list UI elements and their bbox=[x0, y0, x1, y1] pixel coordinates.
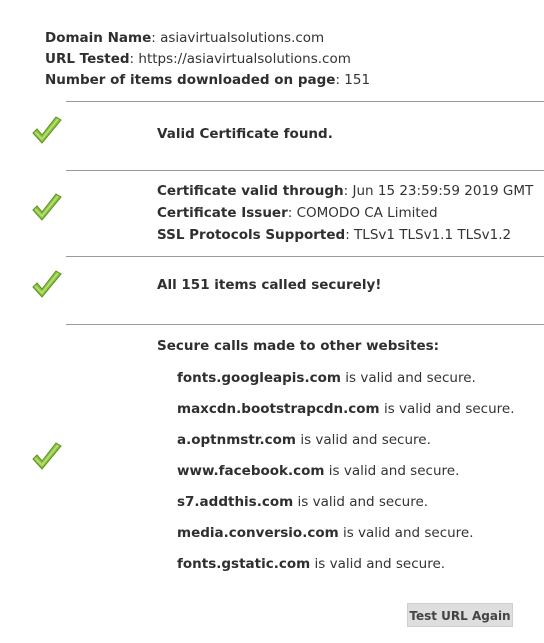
external-domain: maxcdn.bootstrapcdn.com bbox=[177, 401, 380, 417]
url-tested-row: URL Tested: https://asiavirtualsolutions… bbox=[45, 51, 351, 67]
valid-through-row: Certificate valid through: Jun 15 23:59:… bbox=[157, 183, 534, 199]
protocols-label: SSL Protocols Supported bbox=[157, 227, 346, 243]
valid-through-value: Jun 15 23:59:59 2019 GMT bbox=[352, 183, 534, 199]
certificate-found-text: Valid Certificate found. bbox=[157, 126, 333, 142]
external-domain: fonts.googleapis.com bbox=[177, 370, 341, 386]
items-downloaded-value: 151 bbox=[344, 72, 371, 88]
green-checkmark-icon bbox=[29, 268, 65, 304]
protocols-row: SSL Protocols Supported: TLSv1 TLSv1.1 T… bbox=[157, 227, 512, 243]
domain-name-value: asiavirtualsolutions.com bbox=[160, 30, 325, 46]
divider bbox=[66, 170, 544, 171]
protocols-value: TLSv1 TLSv1.1 TLSv1.2 bbox=[354, 227, 512, 243]
divider bbox=[66, 256, 544, 257]
external-calls-heading: Secure calls made to other websites: bbox=[157, 338, 440, 354]
external-domain: a.optnmstr.com bbox=[177, 432, 297, 448]
domain-name-row: Domain Name: asiavirtualsolutions.com bbox=[45, 30, 325, 46]
list-item: media.conversio.com is valid and secure. bbox=[177, 522, 515, 553]
valid-status: is valid and secure. bbox=[314, 556, 446, 572]
secure-calls-text: All 151 items called securely! bbox=[157, 277, 382, 293]
valid-status: is valid and secure. bbox=[328, 463, 460, 479]
list-item: fonts.gstatic.com is valid and secure. bbox=[177, 553, 515, 584]
issuer-label: Certificate Issuer bbox=[157, 205, 288, 221]
issuer-row: Certificate Issuer: COMODO CA Limited bbox=[157, 205, 438, 221]
green-checkmark-icon bbox=[29, 114, 65, 150]
valid-status: is valid and secure. bbox=[383, 401, 515, 417]
valid-status: is valid and secure. bbox=[345, 370, 476, 386]
certificate-details: Certificate valid through: Jun 15 23:59:… bbox=[157, 180, 533, 246]
external-domain: s7.addthis.com bbox=[177, 494, 294, 510]
list-item: fonts.googleapis.com is valid and secure… bbox=[177, 367, 515, 398]
domain-name-label: Domain Name bbox=[45, 30, 152, 46]
test-summary: Domain Name: asiavirtualsolutions.com UR… bbox=[45, 28, 370, 91]
external-calls-list: fonts.googleapis.com is valid and secure… bbox=[177, 367, 515, 584]
valid-status: is valid and secure. bbox=[297, 494, 429, 510]
external-domain: www.facebook.com bbox=[177, 463, 325, 479]
valid-through-label: Certificate valid through bbox=[157, 183, 344, 199]
divider bbox=[66, 101, 544, 102]
external-domain: media.conversio.com bbox=[177, 525, 339, 541]
url-tested-value: https://asiavirtualsolutions.com bbox=[138, 51, 351, 67]
issuer-value: COMODO CA Limited bbox=[296, 205, 438, 221]
list-item: a.optnmstr.com is valid and secure. bbox=[177, 429, 515, 460]
divider bbox=[66, 324, 544, 325]
external-domain: fonts.gstatic.com bbox=[177, 556, 311, 572]
valid-status: is valid and secure. bbox=[342, 525, 474, 541]
list-item: www.facebook.com is valid and secure. bbox=[177, 460, 515, 491]
items-downloaded-row: Number of items downloaded on page: 151 bbox=[45, 72, 371, 88]
test-url-again-button[interactable]: Test URL Again bbox=[407, 603, 513, 627]
url-tested-label: URL Tested bbox=[45, 51, 130, 67]
green-checkmark-icon bbox=[29, 440, 65, 476]
valid-status: is valid and secure. bbox=[300, 432, 431, 448]
green-checkmark-icon bbox=[29, 191, 65, 227]
list-item: s7.addthis.com is valid and secure. bbox=[177, 491, 515, 522]
items-downloaded-label: Number of items downloaded on page bbox=[45, 72, 336, 88]
list-item: maxcdn.bootstrapcdn.com is valid and sec… bbox=[177, 398, 515, 429]
